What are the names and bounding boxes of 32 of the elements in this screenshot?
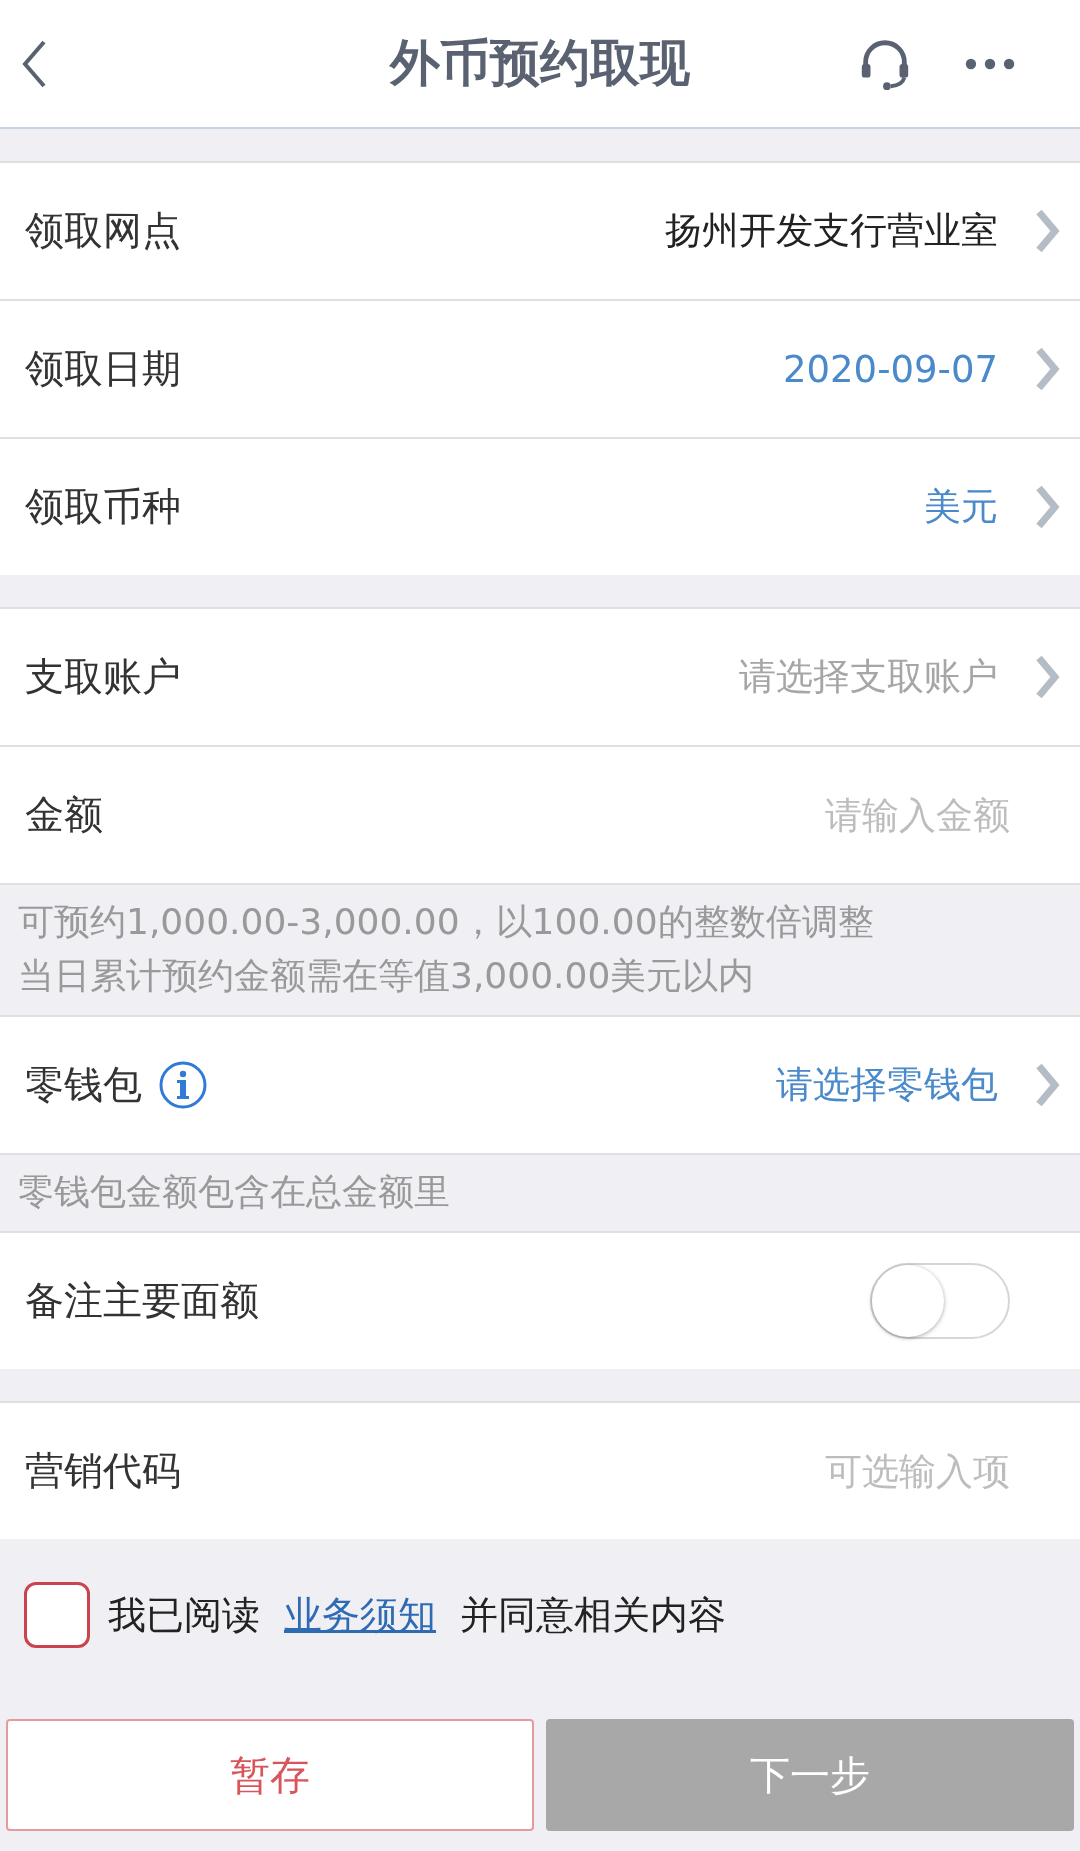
- row-value: 扬州开发支行营业室: [665, 208, 998, 254]
- hint-text: 零钱包金额包含在总金额里: [18, 1170, 451, 1214]
- row-value: 美元: [924, 484, 998, 530]
- input-field[interactable]: 可选输入项: [610, 1449, 1010, 1493]
- chevron-icon: [1034, 347, 1060, 391]
- save-draft-button[interactable]: 暂存: [6, 1719, 534, 1831]
- chevron-icon: [1034, 485, 1060, 529]
- row-label: 零钱包: [25, 1061, 142, 1109]
- agreement-text: 我已阅读: [108, 1591, 260, 1639]
- chevron-icon: [1034, 1063, 1060, 1107]
- row-label: 营销代码: [25, 1447, 181, 1495]
- row-label: 备注主要面额: [25, 1277, 259, 1325]
- row-label: 领取币种: [25, 483, 181, 531]
- row-label: 金额: [25, 791, 103, 839]
- info-icon[interactable]: [158, 1060, 208, 1110]
- row-value: 请选择零钱包: [776, 1062, 998, 1108]
- row-label: 支取账户: [25, 653, 181, 701]
- more-icon[interactable]: [964, 56, 1016, 71]
- chevron-icon: [1034, 209, 1060, 253]
- hint-text: 可预约1,000.00-3,000.00，以100.00的整数倍调整: [18, 900, 875, 944]
- terms-link[interactable]: 业务须知: [274, 1589, 446, 1641]
- page-title: 外币预约取现: [390, 33, 690, 94]
- hint-text: 当日累计预约金额需在等值3,000.00美元以内: [18, 954, 756, 998]
- toggle-switch[interactable]: [870, 1263, 1010, 1339]
- checkbox[interactable]: [24, 1582, 90, 1648]
- row-label: 领取网点: [25, 207, 181, 255]
- chevron-icon: [1034, 655, 1060, 699]
- placeholder-text: 请选择支取账户: [739, 654, 998, 700]
- row-label: 领取日期: [25, 345, 181, 393]
- row-value: 2020-09-07: [782, 347, 998, 391]
- agreement-text: 并同意相关内容: [460, 1591, 726, 1639]
- input-field[interactable]: 请输入金额: [610, 793, 1010, 837]
